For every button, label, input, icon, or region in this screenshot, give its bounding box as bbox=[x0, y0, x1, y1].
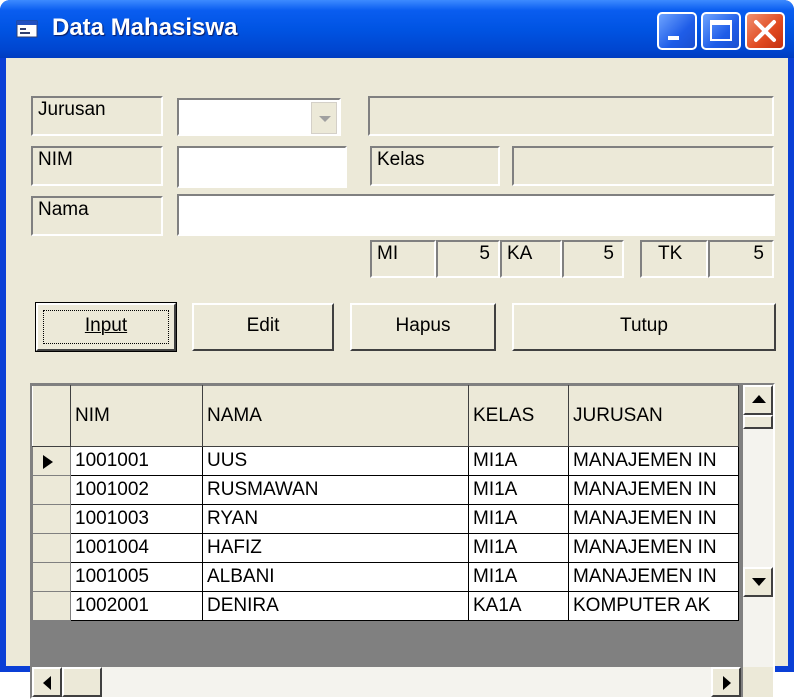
kelas-label: Kelas bbox=[370, 146, 500, 186]
cell-nama[interactable]: UUS bbox=[202, 446, 469, 476]
counter-mi-value: 5 bbox=[436, 240, 500, 278]
data-grid[interactable]: NIM NAMA KELAS JURUSAN 1001001 UUS MI1A … bbox=[30, 383, 775, 699]
arrow-down-icon bbox=[752, 578, 766, 586]
vertical-scroll-thumb[interactable] bbox=[743, 415, 773, 429]
cell-nim[interactable]: 1001002 bbox=[70, 475, 203, 505]
arrow-right-icon bbox=[723, 676, 731, 690]
form-client-area: Jurusan NIM Kelas Nama MI 5 KA 5 TK 5 In… bbox=[6, 58, 788, 699]
cell-nama[interactable]: DENIRA bbox=[202, 591, 469, 621]
row-selector[interactable] bbox=[32, 533, 71, 563]
minimize-button[interactable] bbox=[657, 12, 697, 50]
arrow-up-icon bbox=[752, 395, 766, 403]
cell-jurusan[interactable]: MANAJEMEN IN bbox=[568, 475, 739, 505]
minimize-icon bbox=[668, 36, 679, 40]
nim-field[interactable] bbox=[177, 146, 347, 188]
close-button[interactable] bbox=[745, 12, 785, 50]
nama-field[interactable] bbox=[177, 194, 775, 236]
cell-jurusan[interactable]: MANAJEMEN IN bbox=[568, 504, 739, 534]
nim-label: NIM bbox=[31, 146, 163, 186]
column-header-nim[interactable]: NIM bbox=[70, 385, 203, 447]
table-row[interactable]: 1001004 HAFIZ MI1A MANAJEMEN IN bbox=[32, 533, 739, 563]
counter-tk-value: 5 bbox=[708, 240, 774, 278]
chevron-down-icon[interactable] bbox=[311, 102, 337, 134]
tutup-button-label: Tutup bbox=[620, 315, 668, 336]
cell-jurusan[interactable]: KOMPUTER AK bbox=[568, 591, 739, 621]
cell-nama[interactable]: HAFIZ bbox=[202, 533, 469, 563]
arrow-left-icon bbox=[43, 676, 51, 690]
grid-header-row: NIM NAMA KELAS JURUSAN bbox=[32, 385, 739, 447]
input-button[interactable]: Input bbox=[35, 302, 177, 352]
jurusan-display-field bbox=[368, 96, 774, 136]
column-header-nama[interactable]: NAMA bbox=[202, 385, 469, 447]
cell-kelas[interactable]: MI1A bbox=[468, 504, 569, 534]
cell-jurusan[interactable]: MANAJEMEN IN bbox=[568, 446, 739, 476]
window-title: Data Mahasiswa bbox=[52, 14, 238, 41]
cell-nama[interactable]: RYAN bbox=[202, 504, 469, 534]
table-row[interactable]: 1001005 ALBANI MI1A MANAJEMEN IN bbox=[32, 562, 739, 592]
input-button-label: Input bbox=[84, 315, 128, 336]
table-row[interactable]: 1002001 DENIRA KA1A KOMPUTER AK bbox=[32, 591, 739, 621]
counter-tk-label: TK bbox=[640, 240, 708, 278]
jurusan-combobox[interactable] bbox=[177, 98, 341, 136]
app-form-icon bbox=[16, 20, 38, 38]
cell-kelas[interactable]: MI1A bbox=[468, 562, 569, 592]
scroll-down-button[interactable] bbox=[743, 567, 773, 597]
row-selector[interactable] bbox=[32, 475, 71, 505]
counter-ka-label: KA bbox=[500, 240, 562, 278]
main-window: Data Mahasiswa Jurusan NIM Kelas Nama MI… bbox=[0, 0, 794, 699]
cell-nim[interactable]: 1001005 bbox=[70, 562, 203, 592]
cell-nim[interactable]: 1002001 bbox=[70, 591, 203, 621]
cell-nim[interactable]: 1001004 bbox=[70, 533, 203, 563]
cell-nim[interactable]: 1001003 bbox=[70, 504, 203, 534]
data-grid-table: NIM NAMA KELAS JURUSAN 1001001 UUS MI1A … bbox=[32, 385, 739, 621]
cell-jurusan[interactable]: MANAJEMEN IN bbox=[568, 533, 739, 563]
cell-kelas[interactable]: MI1A bbox=[468, 475, 569, 505]
jurusan-label: Jurusan bbox=[31, 96, 163, 136]
scroll-up-button[interactable] bbox=[743, 385, 773, 415]
cell-nama[interactable]: RUSMAWAN bbox=[202, 475, 469, 505]
row-selector[interactable] bbox=[32, 562, 71, 592]
hapus-button-label: Hapus bbox=[395, 315, 451, 336]
hapus-button[interactable]: Hapus bbox=[350, 303, 496, 351]
title-bar[interactable]: Data Mahasiswa bbox=[0, 0, 794, 58]
cell-kelas[interactable]: MI1A bbox=[468, 533, 569, 563]
edit-button-label: Edit bbox=[246, 315, 280, 336]
nama-label: Nama bbox=[31, 196, 163, 236]
tutup-button[interactable]: Tutup bbox=[512, 303, 776, 351]
counter-ka-value: 5 bbox=[562, 240, 624, 278]
kelas-display-field bbox=[512, 146, 774, 186]
cell-kelas[interactable]: KA1A bbox=[468, 591, 569, 621]
cell-jurusan[interactable]: MANAJEMEN IN bbox=[568, 562, 739, 592]
edit-button[interactable]: Edit bbox=[192, 303, 334, 351]
cell-nama[interactable]: ALBANI bbox=[202, 562, 469, 592]
column-header-jurusan[interactable]: JURUSAN bbox=[568, 385, 739, 447]
row-selector-current[interactable] bbox=[32, 446, 71, 476]
table-row[interactable]: 1001003 RYAN MI1A MANAJEMEN IN bbox=[32, 504, 739, 534]
cell-kelas[interactable]: MI1A bbox=[468, 446, 569, 476]
table-row[interactable]: 1001002 RUSMAWAN MI1A MANAJEMEN IN bbox=[32, 475, 739, 505]
column-header-kelas[interactable]: KELAS bbox=[468, 385, 569, 447]
row-selector[interactable] bbox=[32, 591, 71, 621]
counter-mi-label: MI bbox=[370, 240, 436, 278]
grid-corner-cell bbox=[32, 385, 71, 447]
row-selector[interactable] bbox=[32, 504, 71, 534]
table-row[interactable]: 1001001 UUS MI1A MANAJEMEN IN bbox=[32, 446, 739, 476]
vertical-scrollbar[interactable] bbox=[743, 385, 773, 667]
maximize-button[interactable] bbox=[701, 12, 741, 50]
maximize-icon bbox=[710, 20, 732, 41]
close-icon bbox=[754, 20, 776, 42]
cell-nim[interactable]: 1001001 bbox=[70, 446, 203, 476]
current-row-pointer-icon bbox=[43, 455, 53, 469]
